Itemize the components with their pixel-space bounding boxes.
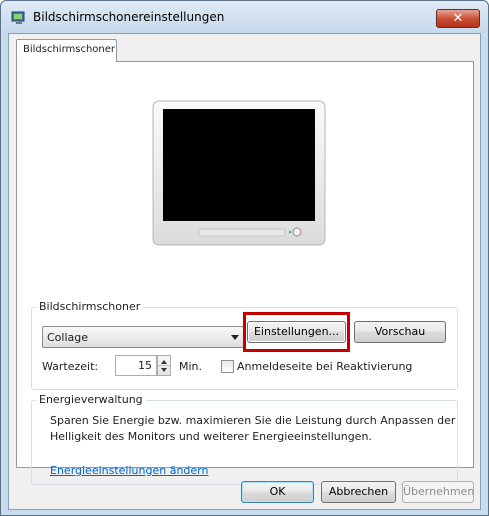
window-title: Bildschirmschonereinstellungen (33, 10, 225, 24)
cancel-button[interactable]: Abbrechen (321, 481, 396, 503)
spin-down-icon[interactable] (161, 368, 167, 372)
tab-screensaver[interactable]: Bildschirmschoner (16, 39, 117, 62)
tab-panel: Bildschirmschoner Collage Einstellungen.… (16, 61, 474, 485)
wait-time-input[interactable]: 15 (115, 355, 157, 376)
monitor-preview-icon (152, 100, 326, 246)
ok-button[interactable]: OK (241, 481, 314, 503)
dialog-window: Bildschirmschonereinstellungen ✕ Bildsch… (0, 0, 489, 516)
screensaver-app-icon (11, 11, 25, 24)
title-bar[interactable]: Bildschirmschonereinstellungen ✕ (1, 1, 488, 33)
close-button[interactable]: ✕ (436, 9, 480, 28)
screensaver-group-label: Bildschirmschoner (36, 300, 144, 313)
logon-checkbox-label[interactable]: Anmeldeseite bei Reaktivierung (237, 360, 412, 373)
close-icon: ✕ (452, 11, 464, 26)
power-settings-link[interactable]: Energieeinstellungen ändern (50, 464, 208, 477)
wait-unit-label: Min. (179, 360, 203, 373)
wait-label: Wartezeit: (42, 360, 99, 373)
power-description: Sparen Sie Energie bzw. maximieren Sie d… (50, 414, 456, 443)
screensaver-select-value: Collage (47, 331, 89, 344)
settings-button[interactable]: Einstellungen... (247, 321, 346, 343)
preview-button[interactable]: Vorschau (354, 321, 446, 343)
screensaver-select[interactable]: Collage (42, 326, 244, 348)
apply-button[interactable]: Übernehmen (402, 481, 474, 503)
dialog-client-area: Bildschirmschoner Bildschirmschoner Coll… (8, 33, 481, 510)
chevron-down-icon (231, 335, 239, 340)
spin-divider (158, 365, 170, 366)
spin-up-icon[interactable] (161, 360, 167, 364)
wait-time-stepper[interactable] (157, 355, 171, 376)
power-group-label: Energieverwaltung (36, 393, 146, 406)
logon-checkbox[interactable] (221, 360, 234, 373)
